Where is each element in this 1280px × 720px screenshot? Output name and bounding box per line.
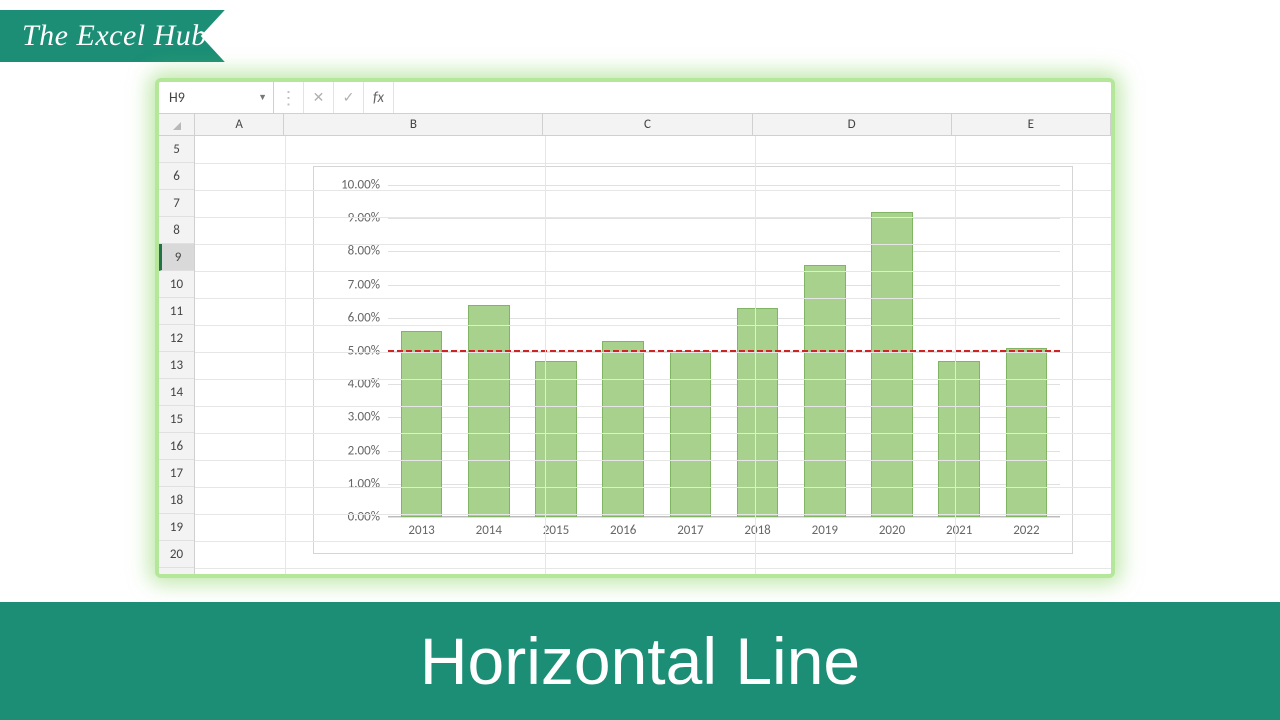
y-axis-tick: 3.00%	[348, 410, 388, 425]
formula-input[interactable]	[394, 82, 1111, 113]
y-axis-tick: 1.00%	[348, 476, 388, 491]
y-axis-tick: 2.00%	[348, 443, 388, 458]
x-axis-tick: 2014	[476, 517, 502, 538]
row-header-6[interactable]: 6	[159, 163, 194, 190]
row-header-19[interactable]: 19	[159, 514, 194, 541]
bar-2016[interactable]	[602, 341, 644, 517]
close-icon: ✕	[313, 89, 325, 106]
bar-2021[interactable]	[938, 361, 980, 517]
bar-2015[interactable]	[535, 361, 577, 517]
formula-bar: H9 ▼ ⋮ ✕ ✓ fx	[159, 82, 1111, 114]
bar-chart[interactable]: 0.00%1.00%2.00%3.00%4.00%5.00%6.00%7.00%…	[313, 166, 1073, 554]
banner-text: Horizontal Line	[420, 623, 860, 699]
x-axis-tick: 2013	[408, 517, 434, 538]
chart-gridline	[388, 218, 1060, 219]
grid-body: 567891011121314151617181920 0.00%1.00%2.…	[159, 136, 1111, 574]
cells-area[interactable]: 0.00%1.00%2.00%3.00%4.00%5.00%6.00%7.00%…	[195, 136, 1111, 574]
column-header-B[interactable]: B	[284, 114, 543, 135]
name-box[interactable]: H9 ▼	[159, 82, 274, 113]
y-axis-tick: 7.00%	[348, 277, 388, 292]
row-header-17[interactable]: 17	[159, 460, 194, 487]
select-all-corner[interactable]	[159, 114, 195, 135]
excel-window: H9 ▼ ⋮ ✕ ✓ fx ABCDE 56789101112131415161…	[155, 78, 1115, 578]
chart-gridline	[388, 185, 1060, 186]
y-axis-tick: 9.00%	[348, 211, 388, 226]
row-header-16[interactable]: 16	[159, 433, 194, 460]
check-icon: ✓	[343, 89, 355, 106]
row-header-15[interactable]: 15	[159, 406, 194, 433]
chart-gridline	[388, 251, 1060, 252]
row-header-7[interactable]: 7	[159, 190, 194, 217]
fx-icon: fx	[373, 89, 384, 107]
y-axis-tick: 8.00%	[348, 244, 388, 259]
column-header-C[interactable]: C	[543, 114, 752, 135]
formula-bar-divider-icon: ⋮	[274, 82, 304, 113]
row-header-12[interactable]: 12	[159, 325, 194, 352]
y-axis-tick: 5.00%	[348, 344, 388, 359]
column-header-D[interactable]: D	[753, 114, 952, 135]
x-axis-tick: 2019	[812, 517, 838, 538]
enter-formula-button[interactable]: ✓	[334, 82, 364, 113]
x-axis-tick: 2018	[744, 517, 770, 538]
row-header-18[interactable]: 18	[159, 487, 194, 514]
row-header-column: 567891011121314151617181920	[159, 136, 195, 574]
bar-2019[interactable]	[804, 265, 846, 517]
x-axis-tick: 2016	[610, 517, 636, 538]
x-axis-tick: 2017	[677, 517, 703, 538]
spreadsheet-grid[interactable]: ABCDE 567891011121314151617181920 0.00%1…	[159, 114, 1111, 574]
row-header-11[interactable]: 11	[159, 298, 194, 325]
chart-gridline	[388, 285, 1060, 286]
name-box-value: H9	[169, 89, 185, 106]
bar-2014[interactable]	[468, 305, 510, 517]
row-header-14[interactable]: 14	[159, 379, 194, 406]
row-header-5[interactable]: 5	[159, 136, 194, 163]
row-header-8[interactable]: 8	[159, 217, 194, 244]
brand-logo-text: The Excel Hub	[22, 19, 207, 53]
row-header-13[interactable]: 13	[159, 352, 194, 379]
x-axis-tick: 2015	[543, 517, 569, 538]
row-header-20[interactable]: 20	[159, 541, 194, 568]
column-header-E[interactable]: E	[952, 114, 1111, 135]
bar-2018[interactable]	[737, 308, 779, 517]
brand-logo-badge: The Excel Hub	[0, 10, 225, 62]
row-header-10[interactable]: 10	[159, 271, 194, 298]
bar-2013[interactable]	[401, 331, 443, 517]
column-header-A[interactable]: A	[195, 114, 285, 135]
insert-function-button[interactable]: fx	[364, 82, 394, 113]
row-header-9[interactable]: 9	[159, 244, 194, 271]
title-banner: Horizontal Line	[0, 602, 1280, 720]
name-box-dropdown-icon[interactable]: ▼	[258, 92, 267, 103]
y-axis-tick: 0.00%	[348, 510, 388, 525]
y-axis-tick: 6.00%	[348, 310, 388, 325]
bar-2017[interactable]	[670, 351, 712, 517]
x-axis-tick: 2021	[946, 517, 972, 538]
plot-area: 0.00%1.00%2.00%3.00%4.00%5.00%6.00%7.00%…	[388, 185, 1060, 517]
x-axis-tick: 2020	[879, 517, 905, 538]
x-axis-tick: 2022	[1013, 517, 1039, 538]
column-header-row: ABCDE	[159, 114, 1111, 136]
bar-2020[interactable]	[871, 212, 913, 517]
cancel-formula-button[interactable]: ✕	[304, 82, 334, 113]
